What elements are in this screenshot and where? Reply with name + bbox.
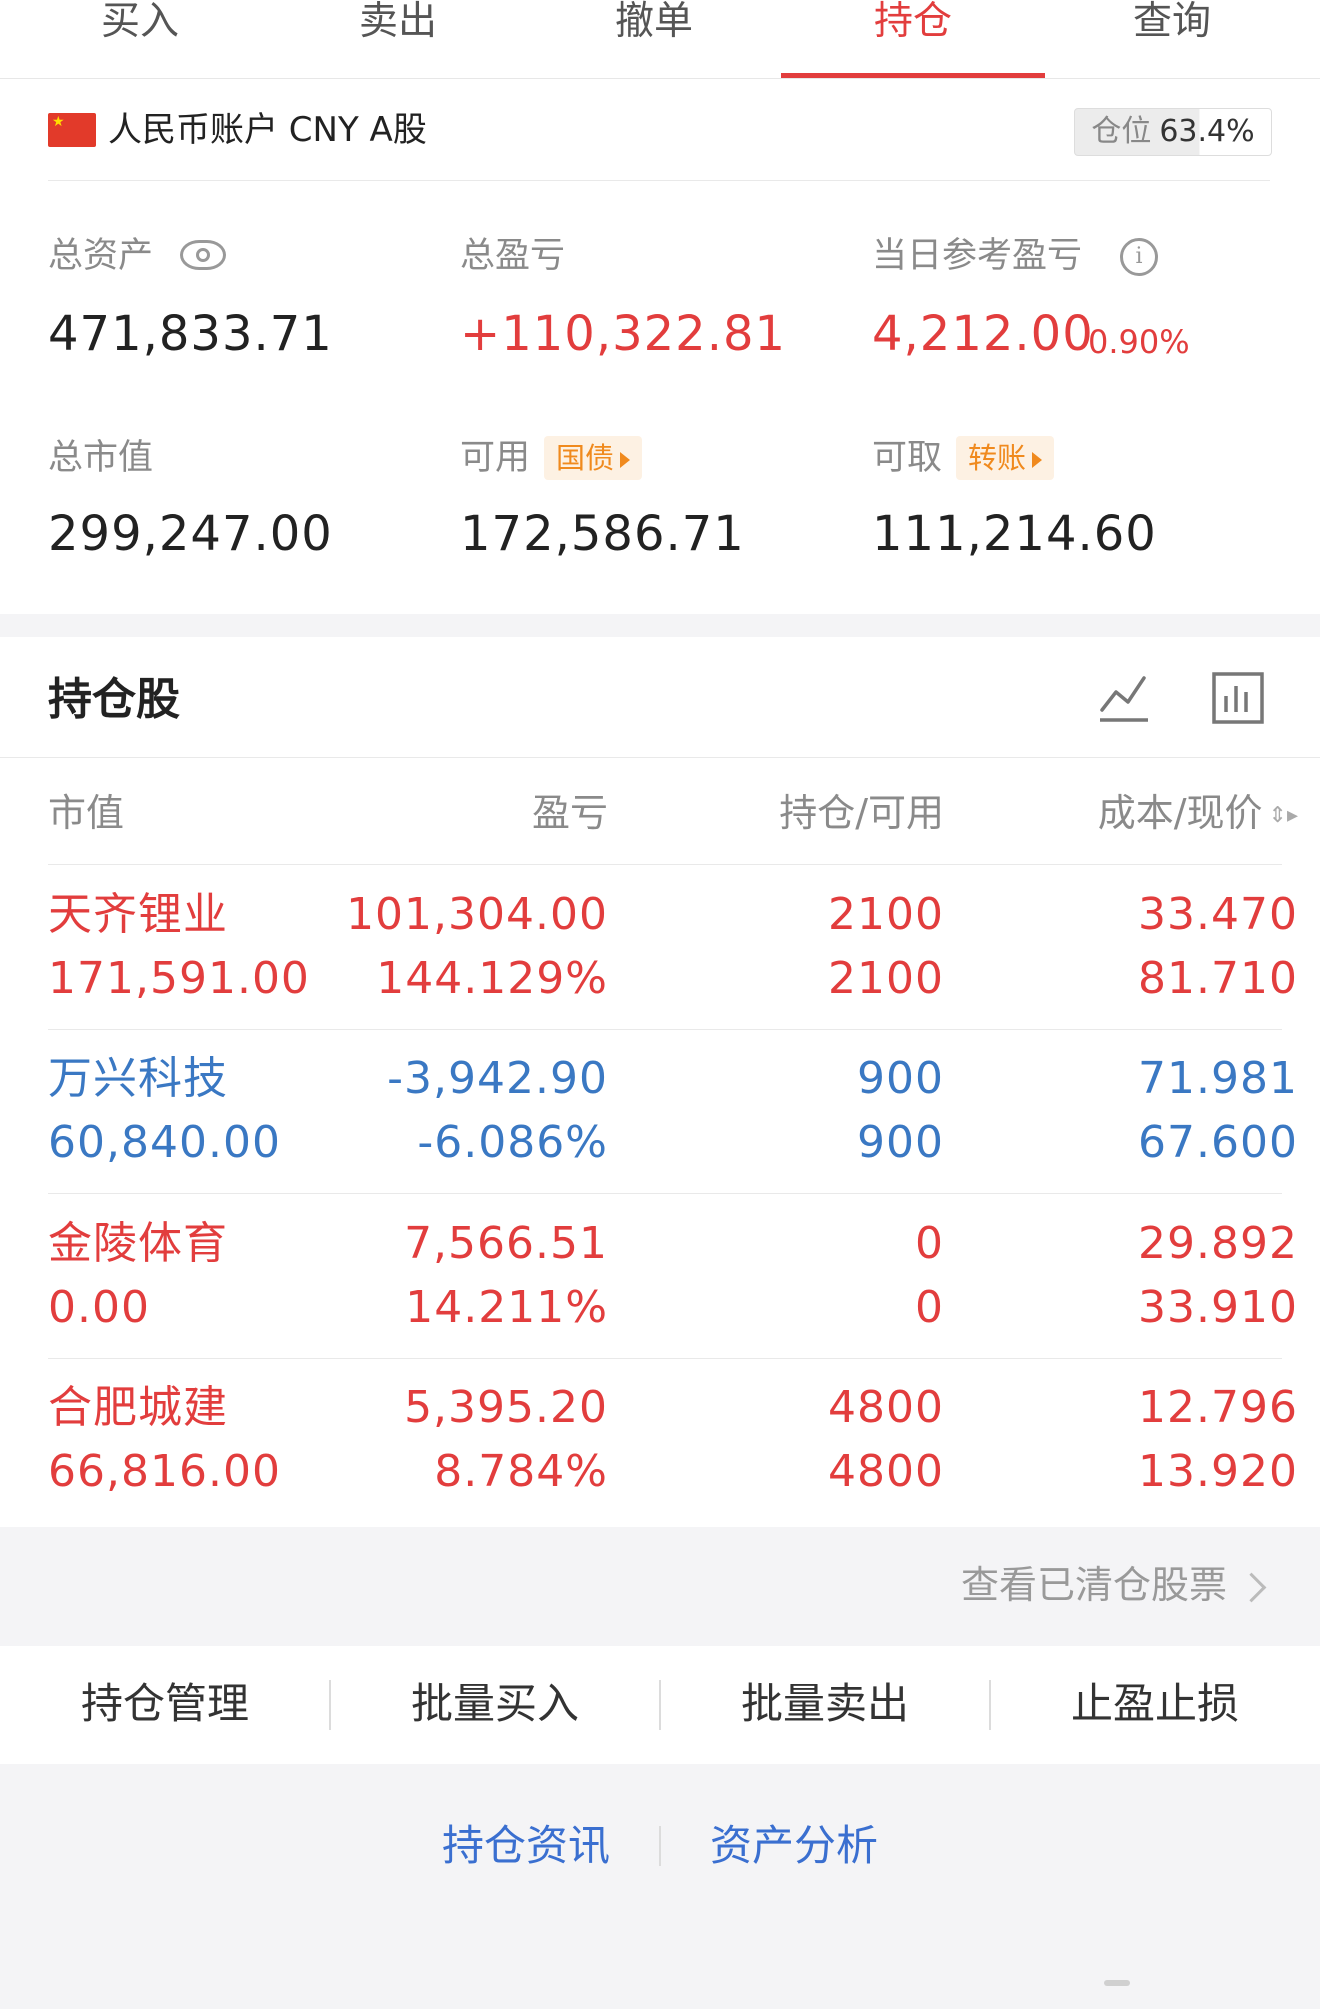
position-management-button[interactable]: 持仓管理: [0, 1674, 330, 1734]
cost-price: 29.892: [1138, 1218, 1298, 1269]
header-cost-price[interactable]: 成本/现价 ⇕▸: [1098, 788, 1298, 838]
total-pnl-label: 总盈亏: [460, 236, 566, 276]
position-quantity: 900: [857, 1053, 944, 1104]
tab-holdings[interactable]: 持仓: [781, 0, 1045, 78]
chevron-right-icon: [1236, 1572, 1267, 1603]
active-tab-indicator: [781, 73, 1045, 78]
available-quantity: 2100: [828, 953, 944, 1004]
line-chart-icon[interactable]: [1096, 670, 1152, 726]
asset-analysis-link[interactable]: 资产分析: [710, 1818, 878, 1874]
batch-buy-button[interactable]: 批量买入: [330, 1674, 660, 1734]
header-cost-price-label: 成本/现价: [1097, 791, 1263, 835]
pnl-value: 101,304.00: [346, 889, 608, 940]
current-price: 81.710: [1138, 953, 1298, 1004]
header-position[interactable]: 持仓/可用: [779, 788, 944, 838]
position-value: 63.4%: [1159, 114, 1255, 149]
daily-pnl-value: 4,212.00: [872, 306, 1094, 362]
withdrawable-label-group: 可取 转账: [872, 436, 1055, 480]
take-profit-stop-loss-button[interactable]: 止盈止损: [990, 1674, 1320, 1734]
daily-pnl-percent: 0.90%: [1088, 323, 1190, 361]
position-quantity: 0: [915, 1218, 944, 1269]
pnl-value: 7,566.51: [404, 1218, 608, 1269]
view-cleared-stocks-label: 查看已清仓股票: [960, 1563, 1227, 1607]
header-market-value[interactable]: 市值: [48, 788, 124, 838]
pnl-value: 5,395.20: [404, 1382, 608, 1433]
divider: [48, 180, 1270, 181]
batch-sell-button[interactable]: 批量卖出: [660, 1674, 990, 1734]
pnl-value: -3,942.90: [387, 1053, 608, 1104]
triangle-right-icon: [1032, 452, 1043, 468]
current-price: 13.920: [1138, 1446, 1298, 1497]
holdings-title: 持仓股: [48, 674, 180, 725]
market-value: 171,591.00: [48, 953, 310, 1004]
tab-query[interactable]: 查询: [1040, 0, 1304, 78]
divider: [48, 1193, 1282, 1194]
available-value: 172,586.71: [460, 506, 745, 562]
cost-price: 33.470: [1138, 889, 1298, 940]
account-name[interactable]: 人民币账户 CNY A股: [108, 108, 427, 152]
pnl-percent: -6.086%: [417, 1117, 608, 1168]
total-assets-value: 471,833.71: [48, 306, 333, 362]
bar-chart-icon[interactable]: [1210, 670, 1266, 726]
cost-price: 71.981: [1138, 1053, 1298, 1104]
market-value: 60,840.00: [48, 1117, 281, 1168]
pnl-percent: 14.211%: [405, 1282, 608, 1333]
withdrawable-label: 可取: [872, 438, 943, 478]
available-quantity: 4800: [828, 1446, 944, 1497]
treasury-bond-label: 国债: [556, 441, 615, 475]
withdrawable-value: 111,214.60: [872, 506, 1157, 562]
position-ratio-badge: 仓位 63.4%: [1074, 108, 1272, 156]
transfer-button[interactable]: 转账: [956, 436, 1055, 480]
holdings-news-link[interactable]: 持仓资讯: [442, 1818, 610, 1874]
divider: [659, 1826, 661, 1866]
divider: [48, 864, 1282, 865]
total-assets-label: 总资产: [48, 236, 154, 276]
market-value-value: 299,247.00: [48, 506, 333, 562]
available-quantity: 0: [915, 1282, 944, 1333]
transfer-label: 转账: [968, 441, 1027, 475]
table-row[interactable]: 金陵体育 0.00 7,566.51 14.211% 0 0 29.892 33.910: [0, 1195, 1320, 1359]
market-value: 0.00: [48, 1282, 150, 1333]
tab-buy[interactable]: 买入: [8, 0, 272, 78]
current-price: 33.910: [1138, 1282, 1298, 1333]
table-row[interactable]: 天齐锂业 171,591.00 101,304.00 144.129% 2100 2100…: [0, 866, 1320, 1030]
available-label: 可用: [460, 438, 531, 478]
position-quantity: 2100: [828, 889, 944, 940]
pnl-percent: 8.784%: [434, 1446, 608, 1497]
info-icon[interactable]: i: [1120, 238, 1158, 276]
divider: [0, 757, 1320, 758]
market-value: 66,816.00: [48, 1446, 281, 1497]
tab-cancel-order[interactable]: 撤单: [522, 0, 786, 78]
tab-sell[interactable]: 卖出: [266, 0, 530, 78]
daily-pnl-label: 当日参考盈亏: [872, 236, 1083, 276]
pnl-percent: 144.129%: [376, 953, 608, 1004]
available-quantity: 900: [857, 1117, 944, 1168]
current-price: 67.600: [1138, 1117, 1298, 1168]
top-tab-bar: 买入 卖出 撤单 持仓 查询: [0, 0, 1320, 79]
stock-name: 合肥城建: [48, 1382, 228, 1433]
position-quantity: 4800: [828, 1382, 944, 1433]
home-indicator: [1104, 1980, 1130, 1986]
stock-name: 天齐锂业: [48, 889, 228, 940]
market-value-label: 总市值: [48, 438, 154, 478]
cost-price: 12.796: [1138, 1382, 1298, 1433]
table-row[interactable]: 合肥城建 66,816.00 5,395.20 8.784% 4800 4800 12.79…: [0, 1359, 1320, 1523]
stock-name: 万兴科技: [48, 1053, 228, 1104]
table-row[interactable]: 万兴科技 60,840.00 -3,942.90 -6.086% 900 900 71.98…: [0, 1030, 1320, 1194]
eye-icon[interactable]: [180, 240, 226, 270]
header-pnl[interactable]: 盈亏: [532, 788, 608, 838]
treasury-bond-button[interactable]: 国债: [544, 436, 643, 480]
view-cleared-stocks-link[interactable]: 查看已清仓股票: [960, 1560, 1267, 1610]
china-flag-icon: ★: [48, 113, 96, 147]
stock-name: 金陵体育: [48, 1218, 228, 1269]
total-pnl-value: +110,322.81: [460, 306, 787, 362]
available-label-group: 可用 国债: [460, 436, 643, 480]
sort-icon[interactable]: ⇕▸: [1269, 804, 1298, 827]
position-label: 仓位: [1091, 114, 1152, 149]
triangle-right-icon: [620, 452, 631, 468]
